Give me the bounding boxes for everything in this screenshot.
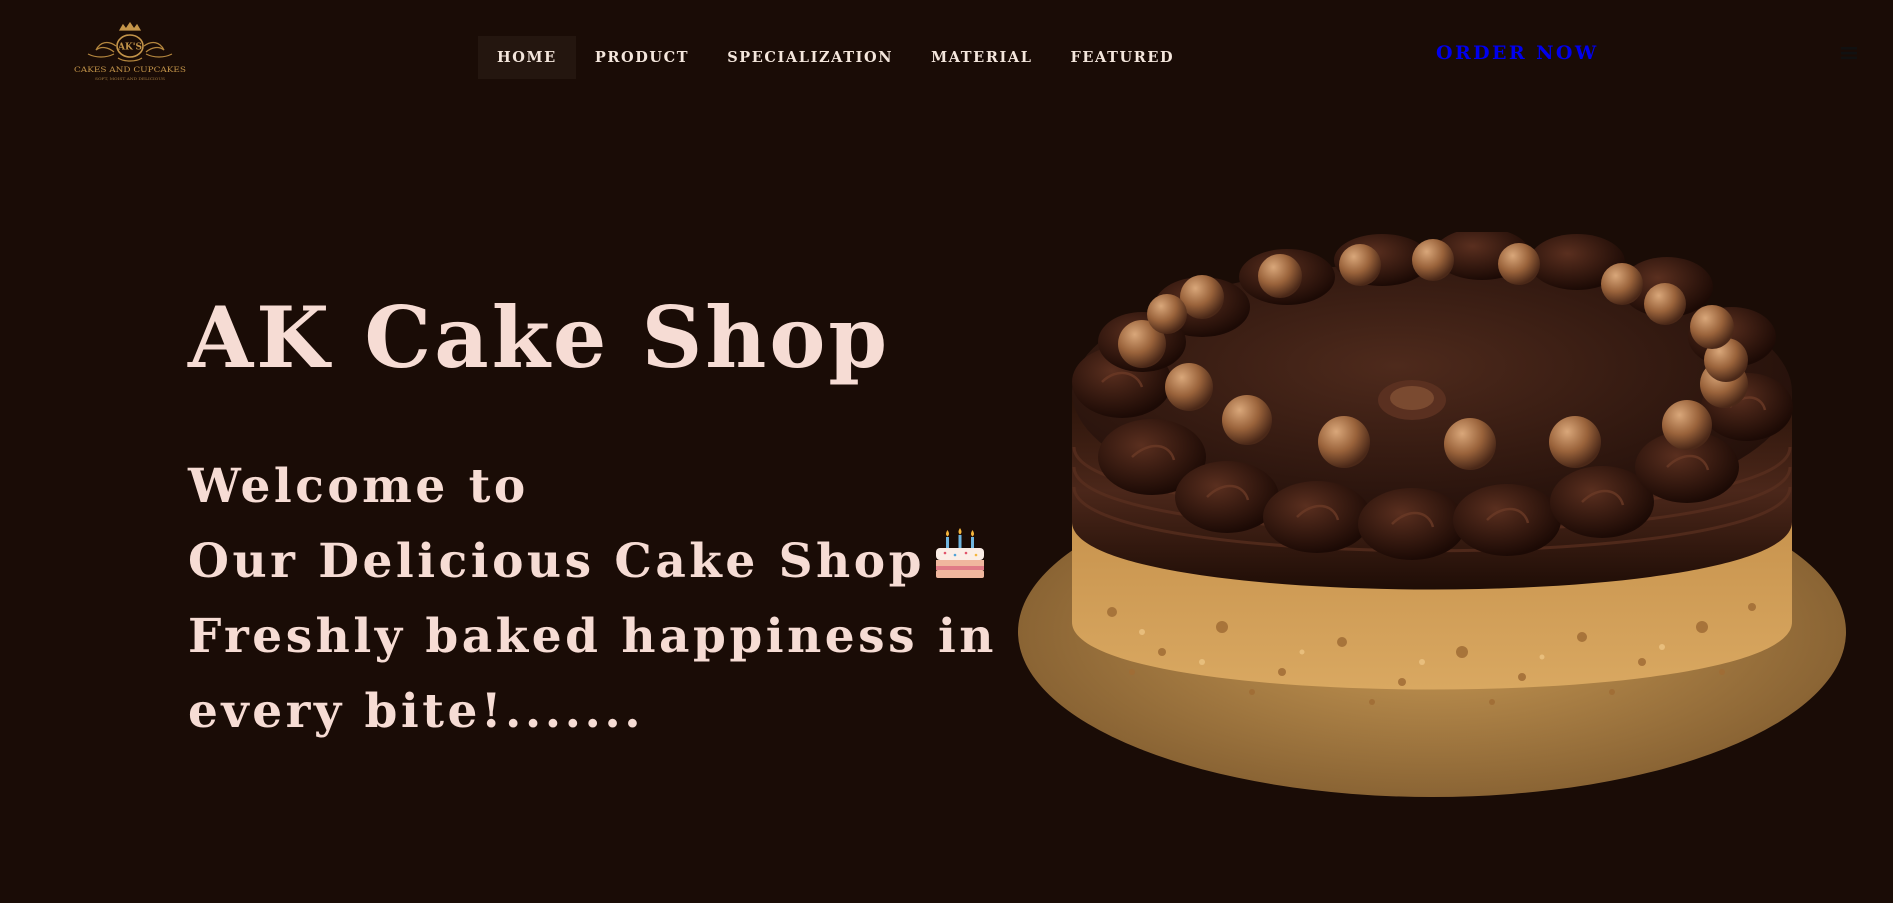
hero-line-3: Freshly baked happiness in	[188, 609, 997, 664]
nav-item-specialization[interactable]: SPECIALIZATION	[708, 36, 912, 79]
logo-tagline: SOFT, MOIST AND DELICIOUS	[95, 77, 166, 81]
hero-title: AK Cake Shop	[188, 288, 891, 387]
page: AK'S CAKES AND CUPCAKES SOFT, MOIST AND …	[0, 0, 1893, 903]
hero-line-2-wrapper: Our Delicious Cake Shop	[188, 524, 997, 599]
chocolate-cake-image	[1018, 232, 1846, 797]
hero-line-1: Welcome to	[188, 459, 529, 514]
hamburger-menu-icon[interactable]	[1841, 46, 1857, 60]
nav-item-product[interactable]: PRODUCT	[576, 36, 708, 79]
nav-item-home[interactable]: HOME	[478, 36, 576, 79]
main-nav: HOME PRODUCT SPECIALIZATION MATERIAL FEA…	[478, 36, 1193, 79]
hero-line-4: every bite!.......	[188, 684, 645, 739]
hero-line-2: Our Delicious Cake Shop	[188, 534, 925, 589]
logo-brand-text: CAKES AND CUPCAKES	[74, 65, 186, 74]
order-now-link[interactable]: ORDER NOW	[1436, 42, 1599, 64]
hero-welcome-text: Welcome to Our Delicious Cake Shop Fresh…	[188, 449, 997, 749]
nav-item-material[interactable]: MATERIAL	[912, 36, 1051, 79]
logo-monogram: AK'S	[117, 43, 142, 53]
birthday-cake-emoji-icon	[935, 528, 984, 578]
nav-item-featured[interactable]: FEATURED	[1052, 36, 1194, 79]
logo[interactable]: AK'S CAKES AND CUPCAKES SOFT, MOIST AND …	[70, 22, 190, 86]
